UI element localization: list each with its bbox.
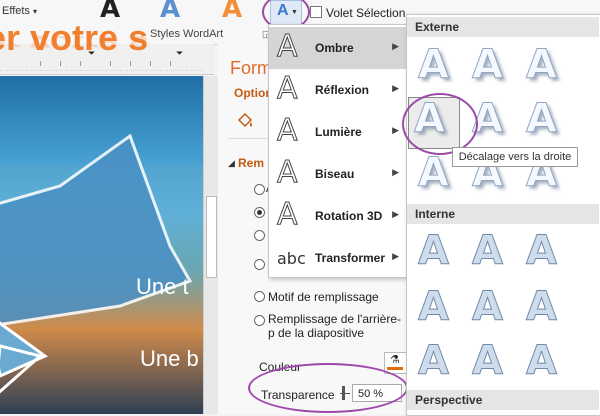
selection-pane-icon: [310, 6, 322, 18]
submenu-arrow-icon: ▶: [392, 251, 399, 261]
shadow-inner-9[interactable]: A: [526, 338, 558, 385]
slide-text-1[interactable]: Une t: [136, 274, 189, 300]
menu-item-glow[interactable]: A Lumière ▶: [269, 111, 407, 153]
wordart-style-3[interactable]: A: [222, 0, 242, 22]
selection-pane-button[interactable]: Volet Sélection: [310, 6, 405, 20]
selection-pane-label: Volet Sélection: [326, 6, 406, 20]
shadow-outer-1[interactable]: A: [418, 42, 450, 89]
fill-radio-background[interactable]: [254, 315, 265, 326]
rotation-3d-effect-icon: A: [277, 197, 299, 233]
menu-item-transform[interactable]: abc Transformer ▶: [269, 237, 407, 279]
section-header-externe: Externe: [407, 17, 599, 37]
highlight-circle-shadow-item: [402, 93, 478, 155]
menu-item-label: Lumière: [315, 125, 362, 139]
shadow-inner-7[interactable]: A: [418, 338, 450, 385]
tooltip: Décalage vers la droite: [452, 147, 578, 167]
bevel-effect-icon: A: [277, 155, 299, 191]
styles-wordart-label: Styles WordArt: [150, 28, 224, 40]
chevron-down-icon: ▾: [33, 7, 38, 16]
shadow-inner-4[interactable]: A: [418, 284, 450, 331]
shadow-inner-6[interactable]: A: [526, 284, 558, 331]
menu-item-label: Transformer: [315, 251, 386, 265]
shadow-outer-6[interactable]: A: [526, 96, 558, 143]
shadow-inner-2[interactable]: A: [472, 228, 504, 275]
shadow-inner-5[interactable]: A: [472, 284, 504, 331]
submenu-arrow-icon: ▶: [392, 125, 399, 135]
submenu-arrow-icon: ▶: [392, 41, 399, 51]
menu-item-shadow[interactable]: A Ombre ▶: [269, 27, 407, 69]
color-swatch: [387, 367, 403, 370]
menu-item-label: Rotation 3D: [315, 209, 383, 223]
text-effects-menu: A Ombre ▶ A Réflexion ▶ A Lumière ▶ A Bi…: [268, 24, 410, 278]
submenu-arrow-icon: ▶: [392, 83, 399, 93]
submenu-arrow-icon: ▶: [392, 167, 399, 177]
effets-dropdown[interactable]: Effets ▾: [2, 5, 37, 17]
shadow-inner-8[interactable]: A: [472, 338, 504, 385]
fill-radio-2[interactable]: [254, 207, 265, 218]
effets-label: Effets: [2, 5, 30, 17]
shadow-outer-2[interactable]: A: [472, 42, 504, 89]
scrollbar-thumb[interactable]: [206, 196, 217, 278]
paint-bucket-icon: ⚗: [390, 354, 400, 366]
menu-item-label: Biseau: [315, 167, 355, 181]
tab-options[interactable]: Option: [234, 86, 273, 100]
menu-item-label: Ombre: [315, 41, 354, 55]
shadow-inner-3[interactable]: A: [526, 228, 558, 275]
fill-radio-pattern[interactable]: [254, 291, 265, 302]
menu-item-rotation-3d[interactable]: A Rotation 3D ▶: [269, 195, 407, 237]
menu-item-label: Réflexion: [315, 83, 370, 97]
reflection-effect-icon: A: [277, 71, 299, 107]
ruler-indent-marker[interactable]: ⏷: [176, 48, 183, 59]
shadow-effect-icon: A: [277, 29, 299, 65]
highlight-circle-transparency: [248, 363, 408, 413]
submenu-arrow-icon: ▶: [392, 209, 399, 219]
fill-radio-4[interactable]: [254, 259, 265, 270]
menu-item-reflection[interactable]: A Réflexion ▶: [269, 69, 407, 111]
fill-radio-1[interactable]: [254, 184, 265, 195]
fill-section-label[interactable]: Rem: [238, 156, 264, 170]
section-header-perspective: Perspective: [407, 390, 599, 410]
paint-bucket-icon[interactable]: [236, 112, 254, 130]
collapse-arrow-icon[interactable]: ◢: [228, 158, 235, 169]
transform-effect-icon: abc: [277, 249, 306, 268]
shadow-inner-1[interactable]: A: [418, 228, 450, 275]
format-pane-title: Form: [230, 58, 272, 78]
slide-text-2[interactable]: Une b: [140, 346, 199, 372]
shadow-outer-7[interactable]: A: [418, 150, 450, 197]
section-header-interne: Interne: [407, 204, 599, 224]
fill-option-background-label: Remplissage de l'arrière-p de la diaposi…: [268, 312, 402, 340]
slide-textbox-border: [0, 70, 203, 71]
shadow-outer-3[interactable]: A: [526, 42, 558, 89]
fill-radio-3[interactable]: [254, 230, 265, 241]
menu-item-bevel[interactable]: A Biseau ▶: [269, 153, 407, 195]
wordart-style-2[interactable]: A: [160, 0, 180, 22]
glow-effect-icon: A: [277, 113, 299, 149]
slide-title-reflection: er votre s: [0, 31, 149, 56]
fill-option-pattern-label: Motif de remplissage: [268, 290, 379, 304]
